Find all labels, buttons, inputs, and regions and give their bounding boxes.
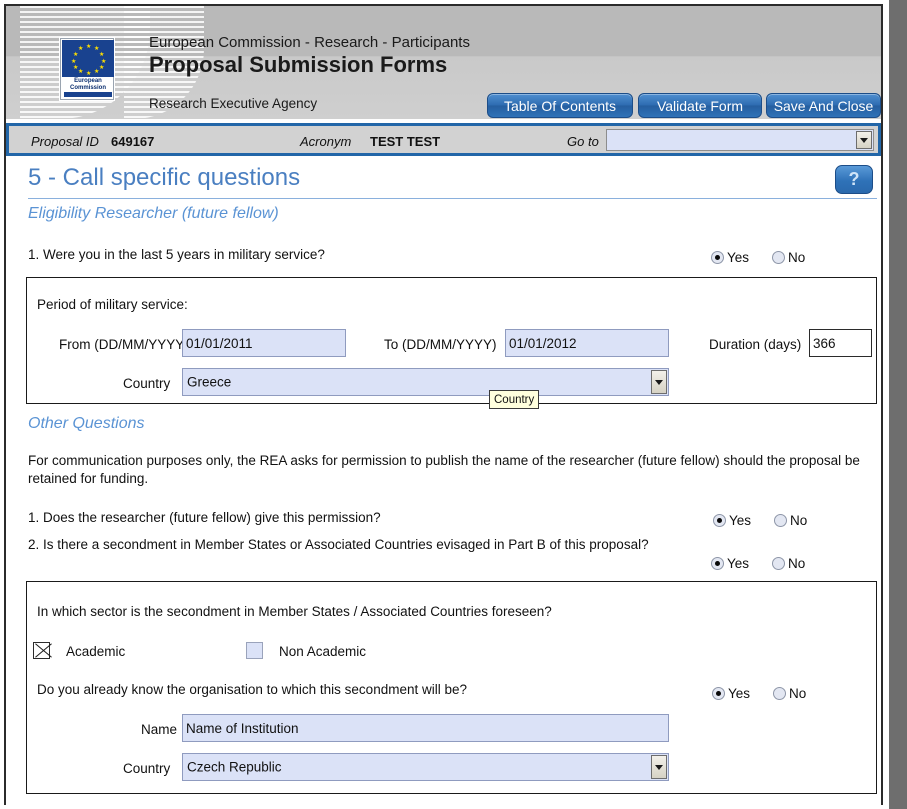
table-of-contents-button[interactable]: Table Of Contents [487,93,633,118]
eu-flag-icon: ★ ★ ★ ★ ★ ★ ★ ★ ★ ★ ★ ★ [62,40,114,77]
banner-title: Proposal Submission Forms [149,52,448,77]
country-tooltip: Country [489,390,540,409]
section-heading-eligibility: Eligibility Researcher (future fellow) [28,205,279,222]
proposal-identity-bar: Proposal ID 649167 Acronym TEST TEST Go … [6,123,881,156]
goto-dropdown[interactable] [606,129,874,151]
secondment-no-label[interactable]: No [788,556,805,571]
secondment-radio-group[interactable]: Yes No [711,556,805,571]
permission-yes-radio[interactable] [713,514,726,527]
proposal-id-label: Proposal ID [31,134,99,149]
know-org-yes-label[interactable]: Yes [728,686,750,701]
institution-name-input[interactable] [182,714,669,742]
application-window: ★ ★ ★ ★ ★ ★ ★ ★ ★ ★ ★ ★ European Commiss… [0,0,907,809]
academic-label[interactable]: Academic [66,644,125,659]
validate-form-button[interactable]: Validate Form [638,93,762,118]
secondment-country-label: Country [123,761,171,776]
permission-yes-label[interactable]: Yes [729,513,751,528]
non-academic-checkbox[interactable] [246,642,263,659]
military-service-panel: Period of military service: From (DD/MM/… [26,277,877,404]
chevron-down-icon[interactable] [651,755,667,779]
secondment-country-value: Czech Republic [187,759,282,775]
goto-label: Go to [567,134,599,149]
secondment-country-dropdown[interactable]: Czech Republic [182,753,669,781]
military-yes-label[interactable]: Yes [727,250,749,265]
from-date-input[interactable] [182,329,346,357]
duration-label: Duration (days) [709,337,802,352]
secondment-yes-label[interactable]: Yes [727,556,749,571]
non-academic-label[interactable]: Non Academic [279,644,366,659]
communication-intro-text: For communication purposes only, the REA… [28,453,860,486]
know-organisation-radio-group[interactable]: Yes No [712,686,806,701]
proposal-id-value: 649167 [111,134,155,149]
acronym-label: Acronym [300,134,352,149]
banner-subtitle: European Commission - Research - Partici… [149,34,470,51]
secondment-no-radio[interactable] [772,557,786,570]
military-country-label: Country [123,376,171,391]
permission-question: 1. Does the researcher (future fellow) g… [28,510,381,525]
save-and-close-button[interactable]: Save And Close [766,93,881,118]
secondment-details-panel: In which sector is the secondment in Mem… [26,581,877,794]
to-date-label: To (DD/MM/YYYY) [384,337,497,352]
page-banner: ★ ★ ★ ★ ★ ★ ★ ★ ★ ★ ★ ★ European Commiss… [6,6,881,119]
help-button[interactable]: ? [835,165,873,194]
chevron-down-icon[interactable] [651,370,667,394]
know-org-yes-radio[interactable] [712,687,725,700]
secondment-question: 2. Is there a secondment in Member State… [28,537,649,552]
know-org-no-radio[interactable] [773,687,787,700]
academic-checkbox[interactable] [33,642,50,659]
banner-agency-name: Research Executive Agency [149,96,318,111]
military-yes-radio[interactable] [711,251,724,264]
acronym-value: TEST TEST [370,134,441,149]
to-date-input[interactable] [505,329,669,357]
european-commission-logo: ★ ★ ★ ★ ★ ★ ★ ★ ★ ★ ★ ★ European Commiss… [60,38,114,100]
military-service-question: 1. Were you in the last 5 years in milit… [28,247,325,262]
from-date-label: From (DD/MM/YYYY) [59,337,189,352]
know-organisation-question: Do you already know the organisation to … [37,682,467,697]
secondment-yes-radio[interactable] [711,557,724,570]
sector-question: In which sector is the secondment in Mem… [37,604,552,619]
page-right-gutter [885,0,889,809]
permission-no-radio[interactable] [774,514,788,527]
permission-radio-group[interactable]: Yes No [713,513,807,528]
military-service-radio-group[interactable]: Yes No [711,250,805,265]
institution-name-label: Name [141,722,178,737]
military-country-dropdown[interactable]: Greece [182,368,669,396]
military-no-label[interactable]: No [788,250,805,265]
section-heading-other-questions: Other Questions [28,415,145,432]
know-org-no-label[interactable]: No [789,686,806,701]
military-no-radio[interactable] [772,251,786,264]
logo-caption: European Commission [69,78,106,91]
permission-no-label[interactable]: No [790,513,807,528]
period-of-service-label: Period of military service: [37,297,188,312]
right-scrollbar-strip[interactable] [889,0,907,809]
duration-input[interactable] [809,329,872,357]
page-title: 5 - Call specific questions [28,164,301,191]
military-country-value: Greece [187,374,232,390]
title-divider [28,198,877,199]
chevron-down-icon[interactable] [856,131,872,149]
logo-bottom-bar [64,92,112,97]
